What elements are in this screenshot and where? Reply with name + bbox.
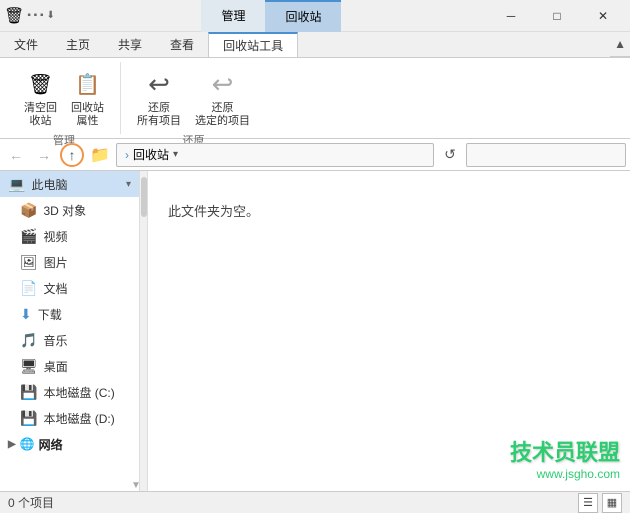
- drive-d-icon: 💾: [20, 410, 37, 427]
- folder-icon-button[interactable]: 📁: [88, 143, 112, 167]
- view-detail-icon: ▦: [607, 496, 617, 509]
- view-detail-button[interactable]: ▦: [602, 493, 622, 513]
- empty-folder-message: 此文件夹为空。: [168, 201, 259, 220]
- 3d-icon: 📦: [20, 202, 37, 219]
- sidebar-item-drive-d[interactable]: 💾 本地磁盘 (D:): [0, 405, 139, 431]
- title-bar-left: 🗑 ▪ ▪ ▪ ⬇: [4, 6, 55, 26]
- downloads-icon: ⬇: [20, 306, 32, 323]
- sidebar-item-3d[interactable]: 📦 3D 对象: [0, 197, 139, 223]
- sidebar: 💻 此电脑 ▾ 📦 3D 对象 🎬 视频 🖼 图片 📄: [0, 171, 140, 491]
- ribbon: 文件 主页 共享 查看 回收站工具 ▲ 🗑 清空回 收站: [0, 32, 630, 139]
- search-box[interactable]: 🔍: [466, 143, 626, 167]
- view-list-button[interactable]: ☰: [578, 493, 598, 513]
- main-area: 💻 此电脑 ▾ 📦 3D 对象 🎬 视频 🖼 图片 📄: [0, 171, 630, 491]
- restore-selected-icon: ↩: [207, 68, 239, 100]
- title-bar-icons: 🗑 ▪ ▪ ▪ ⬇: [4, 6, 55, 26]
- tab-file[interactable]: 文件: [0, 32, 52, 57]
- sidebar-item-desktop[interactable]: 🖥 桌面: [0, 353, 139, 379]
- documents-icon: 📄: [20, 280, 37, 297]
- recycle-props-button[interactable]: 📋 回收站 属性: [67, 66, 108, 130]
- sidebar-item-pictures[interactable]: 🖼 图片: [0, 249, 139, 275]
- tab-manage[interactable]: 管理: [201, 0, 265, 32]
- sidebar-scroll-area[interactable]: 💻 此电脑 ▾ 📦 3D 对象 🎬 视频 🖼 图片 📄: [0, 171, 139, 491]
- music-icon: 🎵: [20, 332, 37, 349]
- ribbon-group-restore-buttons: ↩ 还原 所有项目 ↩ 还原 选定的项目: [133, 62, 254, 130]
- tab-recycle-tools[interactable]: 回收站工具: [208, 32, 298, 57]
- pictures-icon: 🖼: [20, 254, 38, 271]
- watermark-url-text: www.jsgho.com: [510, 467, 620, 481]
- forward-button[interactable]: →: [32, 143, 56, 167]
- tab-share[interactable]: 共享: [104, 32, 156, 57]
- tab-recycle[interactable]: 回收站: [265, 0, 341, 32]
- watermark-main-text: 技术员联盟: [510, 435, 620, 467]
- back-button[interactable]: ←: [4, 143, 28, 167]
- address-dropdown-arrow[interactable]: ▾: [169, 149, 182, 160]
- props-icon: 📋: [72, 68, 104, 100]
- view-list-icon: ☰: [583, 496, 593, 509]
- watermark: 技术员联盟 www.jsgho.com: [510, 435, 620, 481]
- desktop-icon: 🖥: [20, 358, 38, 375]
- title-tabs: 管理 回收站: [201, 0, 341, 32]
- status-item-count: 0 个项目: [8, 494, 54, 511]
- ribbon-content: 🗑 清空回 收站 📋 回收站 属性 管理 ↩ 还原 所有项目 ↩ 还原 选定: [0, 58, 630, 138]
- status-bar: 0 个项目 ☰ ▦: [0, 491, 630, 513]
- sidebar-item-music[interactable]: 🎵 音乐: [0, 327, 139, 353]
- ribbon-tabs: 文件 主页 共享 查看 回收站工具 ▲: [0, 32, 630, 58]
- drive-c-icon: 💾: [20, 384, 37, 401]
- sidebar-item-downloads[interactable]: ⬇ 下载: [0, 301, 139, 327]
- sidebar-item-video[interactable]: 🎬 视频: [0, 223, 139, 249]
- minimize-button[interactable]: ─: [488, 0, 534, 31]
- sidebar-item-documents[interactable]: 📄 文档: [0, 275, 139, 301]
- up-button[interactable]: ↑: [60, 143, 84, 167]
- sidebar-item-this-pc[interactable]: 💻 此电脑 ▾: [0, 171, 139, 197]
- tab-view[interactable]: 查看: [156, 32, 208, 57]
- address-input[interactable]: › 回收站 ▾: [116, 143, 434, 167]
- video-icon: 🎬: [20, 228, 37, 245]
- network-icon: 🌐: [20, 437, 35, 451]
- this-pc-icon: 💻: [8, 176, 25, 193]
- window-controls: ─ □ ✕: [488, 0, 626, 31]
- ribbon-group-manage: 🗑 清空回 收站 📋 回收站 属性 管理: [8, 62, 121, 134]
- status-right: ☰ ▦: [578, 493, 622, 513]
- address-bar: ← → ↑ 📁 › 回收站 ▾ ↺ 🔍: [0, 139, 630, 171]
- collapse-arrow: ▾: [126, 179, 131, 190]
- restore-all-icon: ↩: [143, 68, 175, 100]
- ribbon-group-restore: ↩ 还原 所有项目 ↩ 还原 选定的项目 还原: [121, 62, 266, 134]
- restore-selected-button[interactable]: ↩ 还原 选定的项目: [191, 66, 254, 130]
- title-bar: 🗑 ▪ ▪ ▪ ⬇ 管理 回收站 ─ □ ✕: [0, 0, 630, 32]
- tab-home[interactable]: 主页: [52, 32, 104, 57]
- sidebar-item-network[interactable]: ▶ 🌐 网络: [0, 431, 139, 457]
- maximize-button[interactable]: □: [534, 0, 580, 31]
- close-button[interactable]: ✕: [580, 0, 626, 31]
- content-area: 此文件夹为空。 技术员联盟 www.jsgho.com: [148, 171, 630, 491]
- refresh-button[interactable]: ↺: [438, 143, 462, 167]
- sidebar-scrollbar[interactable]: ▼: [140, 171, 148, 491]
- search-input[interactable]: [473, 148, 628, 162]
- restore-all-button[interactable]: ↩ 还原 所有项目: [133, 66, 185, 130]
- empty-recycle-button[interactable]: 🗑 清空回 收站: [20, 66, 61, 130]
- sidebar-item-drive-c[interactable]: 💾 本地磁盘 (C:): [0, 379, 139, 405]
- empty-recycle-icon: 🗑: [25, 68, 57, 100]
- ribbon-group-manage-buttons: 🗑 清空回 收站 📋 回收站 属性: [20, 62, 108, 130]
